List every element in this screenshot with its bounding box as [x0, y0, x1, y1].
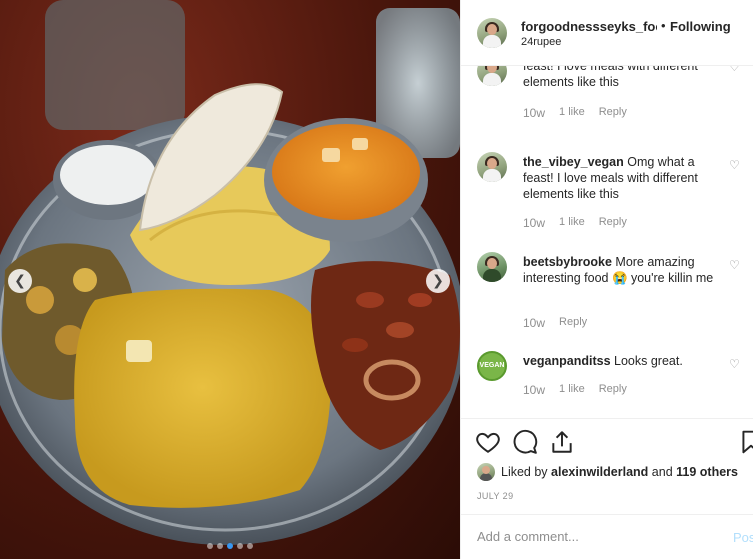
post-photo: ❮ ❯	[0, 0, 460, 559]
comment-like-count[interactable]: 1 like	[559, 216, 585, 230]
comment-username[interactable]: beetsbybrooke	[523, 255, 612, 269]
comment-like-count[interactable]: 1 like	[559, 383, 585, 397]
comment-body: Looks great.	[614, 354, 683, 368]
post-side-panel: forgoodnessseyks_food • Following 24rupe…	[460, 0, 753, 559]
reply-button[interactable]: Reply	[599, 216, 627, 230]
carousel-dots	[0, 543, 460, 549]
post-button[interactable]: Post	[733, 530, 753, 545]
raita	[60, 145, 156, 205]
thali-food-illustration	[0, 0, 460, 545]
water-glass-left	[45, 0, 185, 130]
comment-text: beetsbybrooke More amazing interesting f…	[523, 254, 723, 286]
comment-username[interactable]: the_vibey_vegan	[523, 155, 624, 169]
reply-button[interactable]: Reply	[599, 106, 627, 120]
post-header: forgoodnessseyks_food • Following 24rupe…	[461, 0, 753, 66]
avatar[interactable]	[477, 252, 507, 282]
chevron-left-icon[interactable]: ❮	[8, 269, 32, 293]
comment-input[interactable]	[477, 529, 717, 544]
vegan-badge-avatar[interactable]: VEGAN	[477, 351, 507, 381]
comment-meta: 10w 1 like Reply	[523, 106, 641, 120]
avatar[interactable]	[477, 18, 507, 48]
heart-outline-icon[interactable]: ♡	[729, 357, 740, 371]
comment-time[interactable]: 10w	[523, 106, 545, 120]
avatar[interactable]	[477, 463, 495, 481]
header-separator: •	[661, 18, 666, 33]
avatar[interactable]	[477, 152, 507, 182]
likes-prefix: Liked by	[501, 465, 548, 479]
avatar[interactable]	[477, 66, 507, 86]
header-location[interactable]: 24rupee	[521, 36, 561, 48]
comment-text: the_vibey_vegan Omg what a feast! I love…	[523, 154, 723, 202]
comment-icon[interactable]	[512, 429, 538, 455]
chevron-right-icon[interactable]: ❯	[426, 269, 450, 293]
comment-meta: 10w 1 like Reply	[523, 383, 641, 397]
comment-username[interactable]: veganpanditss	[523, 354, 611, 368]
header-username[interactable]: forgoodnessseyks_food	[521, 19, 657, 34]
bookmark-icon[interactable]	[738, 429, 753, 455]
paneer-curry	[272, 124, 420, 220]
comment-meta: 10w Reply	[523, 316, 601, 330]
likes-user[interactable]: alexinwilderland	[551, 465, 648, 479]
dal	[74, 288, 331, 508]
likes-summary: Liked by alexinwilderland and 119 others	[477, 462, 738, 482]
likes-others[interactable]: 119 others	[676, 465, 738, 479]
vegan-badge-text: VEGAN	[479, 362, 505, 369]
comment-time[interactable]: 10w	[523, 383, 545, 397]
comment-meta: 10w 1 like Reply	[523, 216, 641, 230]
carousel-dot	[247, 543, 253, 549]
comment-body: feast! I love meals with different eleme…	[523, 66, 698, 89]
likes-and: and	[651, 465, 673, 479]
heart-outline-icon[interactable]: ♡	[729, 258, 740, 272]
add-comment-bar: Post	[461, 514, 753, 559]
comment-time[interactable]: 10w	[523, 216, 545, 230]
comment-time[interactable]: 10w	[523, 316, 545, 330]
carousel-dot	[207, 543, 213, 549]
following-button[interactable]: Following	[670, 19, 731, 34]
heart-icon[interactable]	[475, 429, 501, 455]
heart-outline-icon[interactable]: ♡	[729, 66, 740, 74]
comment-list[interactable]: feast! I love meals with different eleme…	[461, 66, 753, 418]
carousel-dot	[217, 543, 223, 549]
reply-button[interactable]: Reply	[559, 316, 587, 330]
reply-button[interactable]: Reply	[599, 383, 627, 397]
share-icon[interactable]	[549, 429, 575, 455]
post-actions: Liked by alexinwilderland and 119 others…	[461, 418, 753, 514]
heart-outline-icon[interactable]: ♡	[729, 158, 740, 172]
post-date[interactable]: JULY 29	[477, 491, 514, 501]
comment-like-count[interactable]: 1 like	[559, 106, 585, 120]
carousel-dot	[237, 543, 243, 549]
comment-text: veganpanditss Looks great.	[523, 353, 723, 369]
carousel-dot-active	[227, 543, 233, 549]
comment-text: feast! I love meals with different eleme…	[523, 66, 723, 90]
